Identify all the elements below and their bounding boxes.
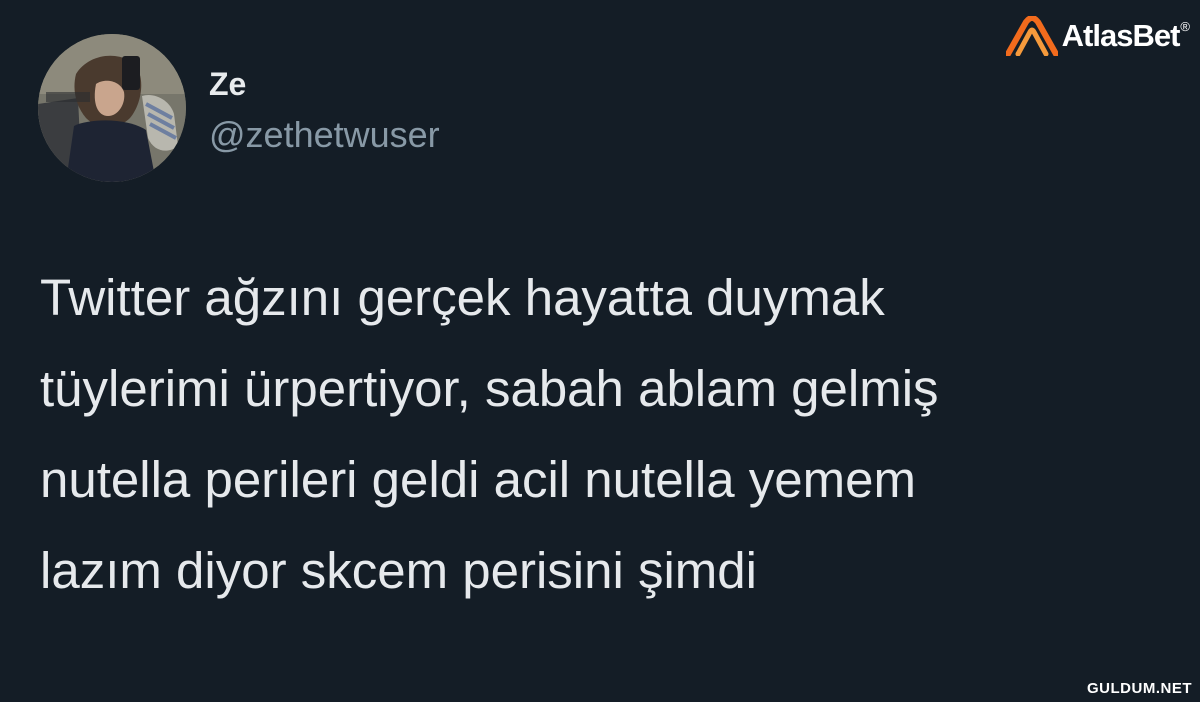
user-handle[interactable]: @zethetwuser (209, 113, 440, 157)
avatar[interactable] (38, 34, 186, 182)
tweet-screenshot: Ze @zethetwuser Twitter ağzını gerçek ha… (0, 0, 1200, 702)
registered-mark: ® (1180, 19, 1190, 34)
tweet-text-line: Twitter ağzını gerçek hayatta duymak (40, 269, 885, 326)
watermark: GULDUM.NET (1087, 680, 1192, 697)
atlasbet-logo: AtlasBet ® (1005, 14, 1190, 58)
brand-name: AtlasBet (1061, 18, 1181, 53)
tweet-text-line: nutella perileri geldi acil nutella yeme… (40, 451, 916, 508)
display-name[interactable]: Ze (209, 64, 246, 104)
tweet-text: Twitter ağzını gerçek hayatta duymak tüy… (40, 252, 1170, 616)
avatar-photo (38, 34, 186, 182)
tweet-text-line: tüylerimi ürpertiyor, sabah ablam gelmiş (40, 360, 939, 417)
atlasbet-arc-icon (1005, 16, 1058, 56)
tweet-text-line: lazım diyor skcem perisini şimdi (40, 542, 757, 599)
